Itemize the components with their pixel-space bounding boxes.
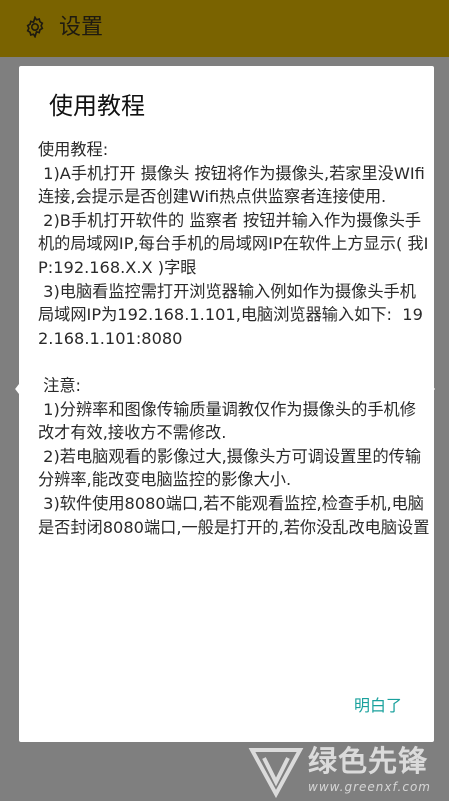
app-bar: 设置 xyxy=(0,0,449,57)
dialog-body-text: 使用教程: 1)A手机打开 摄像头 按钮将作为摄像头,若家里没WIfi连接,会提… xyxy=(38,140,430,537)
app-title: 设置 xyxy=(59,15,104,40)
ok-button[interactable]: 明白了 xyxy=(354,694,402,718)
chevron-right-icon[interactable] xyxy=(415,367,437,411)
watermark-brand: 绿色先锋 xyxy=(308,744,429,778)
watermark-url: www.greenxf.com xyxy=(308,780,431,794)
tutorial-dialog: 使用教程 使用教程: 1)A手机打开 摄像头 按钮将作为摄像头,若家里没WIfi… xyxy=(19,66,434,742)
gear-icon[interactable] xyxy=(24,16,46,38)
dialog-title: 使用教程 xyxy=(49,92,145,120)
chevron-left-icon[interactable] xyxy=(13,367,35,411)
